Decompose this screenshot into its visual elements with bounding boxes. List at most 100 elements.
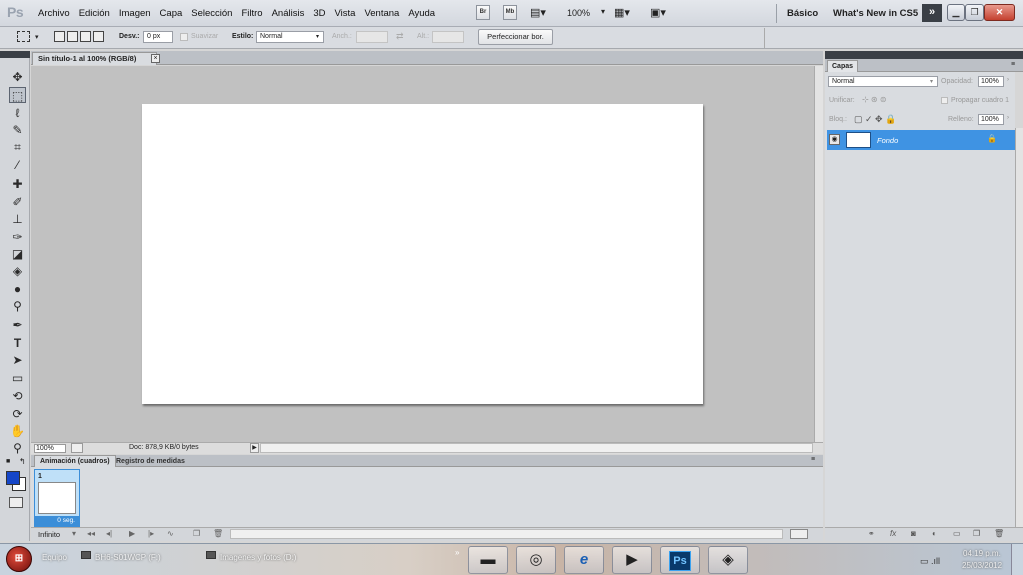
convert-timeline-icon[interactable] bbox=[790, 529, 808, 539]
pen-tool-icon[interactable]: ✒ bbox=[9, 317, 26, 333]
photoshop-taskbar-icon[interactable]: Ps bbox=[660, 546, 700, 574]
zoom-level-dropdown[interactable]: 100% bbox=[567, 8, 590, 18]
menu-ayuda[interactable]: Ayuda bbox=[408, 8, 435, 19]
height-input[interactable] bbox=[432, 31, 464, 43]
clock-time[interactable]: 04:19 p.m. bbox=[963, 549, 1001, 558]
menu-3d[interactable]: 3D bbox=[313, 8, 325, 19]
default-colors-icon[interactable]: ■ bbox=[6, 458, 10, 465]
chevron-down-icon[interactable]: ▾ bbox=[601, 7, 605, 16]
subtract-selection-icon[interactable] bbox=[80, 31, 91, 42]
animation-scrollbar[interactable] bbox=[230, 529, 783, 539]
taskbar-item-drive-f[interactable]: BH6-S01WCP (F:) bbox=[95, 553, 161, 562]
explorer-taskbar-icon[interactable]: ▬ bbox=[468, 546, 508, 574]
lasso-tool-icon[interactable]: ℓ bbox=[9, 105, 26, 121]
blur-tool-icon[interactable]: ● bbox=[9, 281, 26, 297]
clone-stamp-tool-icon[interactable]: ⊥ bbox=[9, 211, 26, 227]
quick-selection-tool-icon[interactable]: ✎ bbox=[9, 122, 26, 138]
lock-options-icon[interactable]: ▢ ✓ ✥ 🔒 bbox=[854, 114, 896, 125]
virtualbox-taskbar-icon[interactable]: ◈ bbox=[708, 546, 748, 574]
panel-dock-header[interactable] bbox=[825, 51, 1023, 59]
menu-archivo[interactable]: Archivo bbox=[38, 8, 70, 19]
width-input[interactable] bbox=[356, 31, 388, 43]
restore-icon[interactable]: ❐ bbox=[965, 4, 984, 21]
path-selection-tool-icon[interactable]: ➤ bbox=[9, 352, 26, 368]
chevron-right-icon[interactable]: » bbox=[455, 548, 459, 557]
bridge-button[interactable]: Br bbox=[476, 5, 490, 20]
fill-slider-arrow-icon[interactable]: › bbox=[1007, 115, 1009, 121]
internet-explorer-taskbar-icon[interactable]: e bbox=[564, 546, 604, 574]
status-zoom-input[interactable]: 100% bbox=[34, 444, 66, 453]
opacity-input[interactable]: 100% bbox=[978, 76, 1004, 87]
crop-tool-icon[interactable]: ⌗ bbox=[9, 139, 26, 155]
move-tool-icon[interactable]: ✥ bbox=[9, 69, 26, 85]
3d-orbit-tool-icon[interactable]: ⟳ bbox=[9, 406, 26, 422]
menu-filtro[interactable]: Filtro bbox=[241, 8, 262, 19]
menu-imagen[interactable]: Imagen bbox=[119, 8, 151, 19]
menu-ventana[interactable]: Ventana bbox=[364, 8, 399, 19]
screen-mode-icon[interactable]: ▣▾ bbox=[650, 6, 666, 19]
type-tool-icon[interactable]: T bbox=[9, 335, 26, 351]
link-layers-icon[interactable]: ⚭ bbox=[868, 529, 875, 538]
toolbox-header[interactable] bbox=[0, 51, 30, 58]
duplicate-frame-icon[interactable]: ❐ bbox=[193, 529, 200, 538]
propagate-checkbox[interactable] bbox=[941, 97, 948, 104]
document-tab[interactable]: Sin título-1 al 100% (RGB/8) bbox=[32, 52, 158, 65]
new-layer-icon[interactable]: ❐ bbox=[973, 529, 980, 538]
clock-date[interactable]: 25/03/2012 bbox=[962, 561, 1002, 570]
feather-input[interactable]: 0 px bbox=[143, 31, 173, 43]
zoom-tool-icon[interactable]: ⚲ bbox=[9, 440, 26, 456]
trash-icon[interactable]: 🗑 bbox=[994, 529, 1004, 538]
workspace-whats-new[interactable]: What's New in CS5 bbox=[833, 8, 918, 19]
foreground-color-swatch[interactable] bbox=[6, 471, 20, 485]
hand-tool-icon[interactable]: ✋ bbox=[9, 423, 26, 439]
close-icon[interactable]: × bbox=[151, 54, 160, 63]
play-icon[interactable]: ▶ bbox=[129, 529, 135, 538]
brush-tool-icon[interactable]: ✐ bbox=[9, 194, 26, 210]
close-icon[interactable]: ✕ bbox=[984, 4, 1015, 21]
healing-brush-tool-icon[interactable]: ✚ bbox=[9, 176, 26, 192]
layer-name[interactable]: Fondo bbox=[877, 136, 898, 145]
opacity-slider-arrow-icon[interactable]: › bbox=[1007, 77, 1009, 83]
document-canvas[interactable] bbox=[142, 104, 703, 404]
add-selection-icon[interactable] bbox=[67, 31, 78, 42]
status-menu-arrow-icon[interactable]: ▶ bbox=[250, 443, 259, 453]
tab-measurement-log[interactable]: Registro de medidas bbox=[116, 456, 185, 467]
tab-animation-frames[interactable]: Animación (cuadros) bbox=[34, 455, 116, 467]
layer-style-icon[interactable]: fx bbox=[890, 529, 896, 538]
fill-input[interactable]: 100% bbox=[978, 114, 1004, 125]
taskbar-item-drive-d[interactable]: Imagenes y fotos (D:) bbox=[220, 553, 296, 562]
marquee-preset-icon[interactable] bbox=[17, 31, 30, 42]
delete-frame-icon[interactable]: 🗑 bbox=[213, 529, 223, 538]
start-button[interactable]: ⊞ bbox=[6, 546, 32, 572]
media-player-taskbar-icon[interactable]: ▶ bbox=[612, 546, 652, 574]
next-frame-icon[interactable]: |▸ bbox=[148, 529, 154, 538]
unify-position-icon[interactable]: ⊹ ⊛ ⊜ bbox=[862, 95, 887, 104]
3d-rotate-tool-icon[interactable]: ⟲ bbox=[9, 388, 26, 404]
marquee-tool-icon[interactable]: ⬚ bbox=[9, 87, 26, 103]
zoom-options-icon[interactable] bbox=[71, 443, 83, 453]
tab-layers[interactable]: Capas bbox=[827, 60, 859, 72]
menu-analisis[interactable]: Análisis bbox=[272, 8, 305, 19]
menu-vista[interactable]: Vista bbox=[335, 8, 356, 19]
eye-icon[interactable]: ◉ bbox=[829, 134, 840, 145]
vertical-scrollbar[interactable] bbox=[814, 66, 823, 442]
menu-seleccion[interactable]: Selección bbox=[191, 8, 232, 19]
swap-icon[interactable]: ⇄ bbox=[396, 31, 404, 42]
style-select[interactable]: Normal bbox=[256, 31, 324, 43]
refine-edge-button[interactable]: Perfeccionar bor. bbox=[478, 29, 553, 45]
workspace-more-button[interactable]: » bbox=[922, 4, 942, 22]
menu-edicion[interactable]: Edición bbox=[79, 8, 110, 19]
swap-colors-icon[interactable]: ↰ bbox=[19, 457, 26, 466]
panel-menu-icon[interactable]: ≡ bbox=[811, 456, 815, 463]
paint-bucket-tool-icon[interactable]: ◈ bbox=[9, 263, 26, 279]
minibridge-button[interactable]: Mb bbox=[503, 5, 517, 20]
layers-scrollbar[interactable] bbox=[1015, 128, 1023, 528]
view-extras-icon[interactable]: ▤▾ bbox=[530, 6, 546, 19]
loop-options-select[interactable]: Infinito bbox=[38, 530, 60, 539]
tween-icon[interactable]: ∿ bbox=[167, 529, 174, 538]
workspace-basic[interactable]: Básico bbox=[787, 8, 818, 19]
history-brush-tool-icon[interactable]: ✑ bbox=[9, 229, 26, 245]
eyedropper-tool-icon[interactable]: ⁄ bbox=[9, 157, 26, 173]
horizontal-scrollbar[interactable] bbox=[260, 443, 813, 453]
chevron-down-icon[interactable]: ▾ bbox=[35, 33, 39, 41]
